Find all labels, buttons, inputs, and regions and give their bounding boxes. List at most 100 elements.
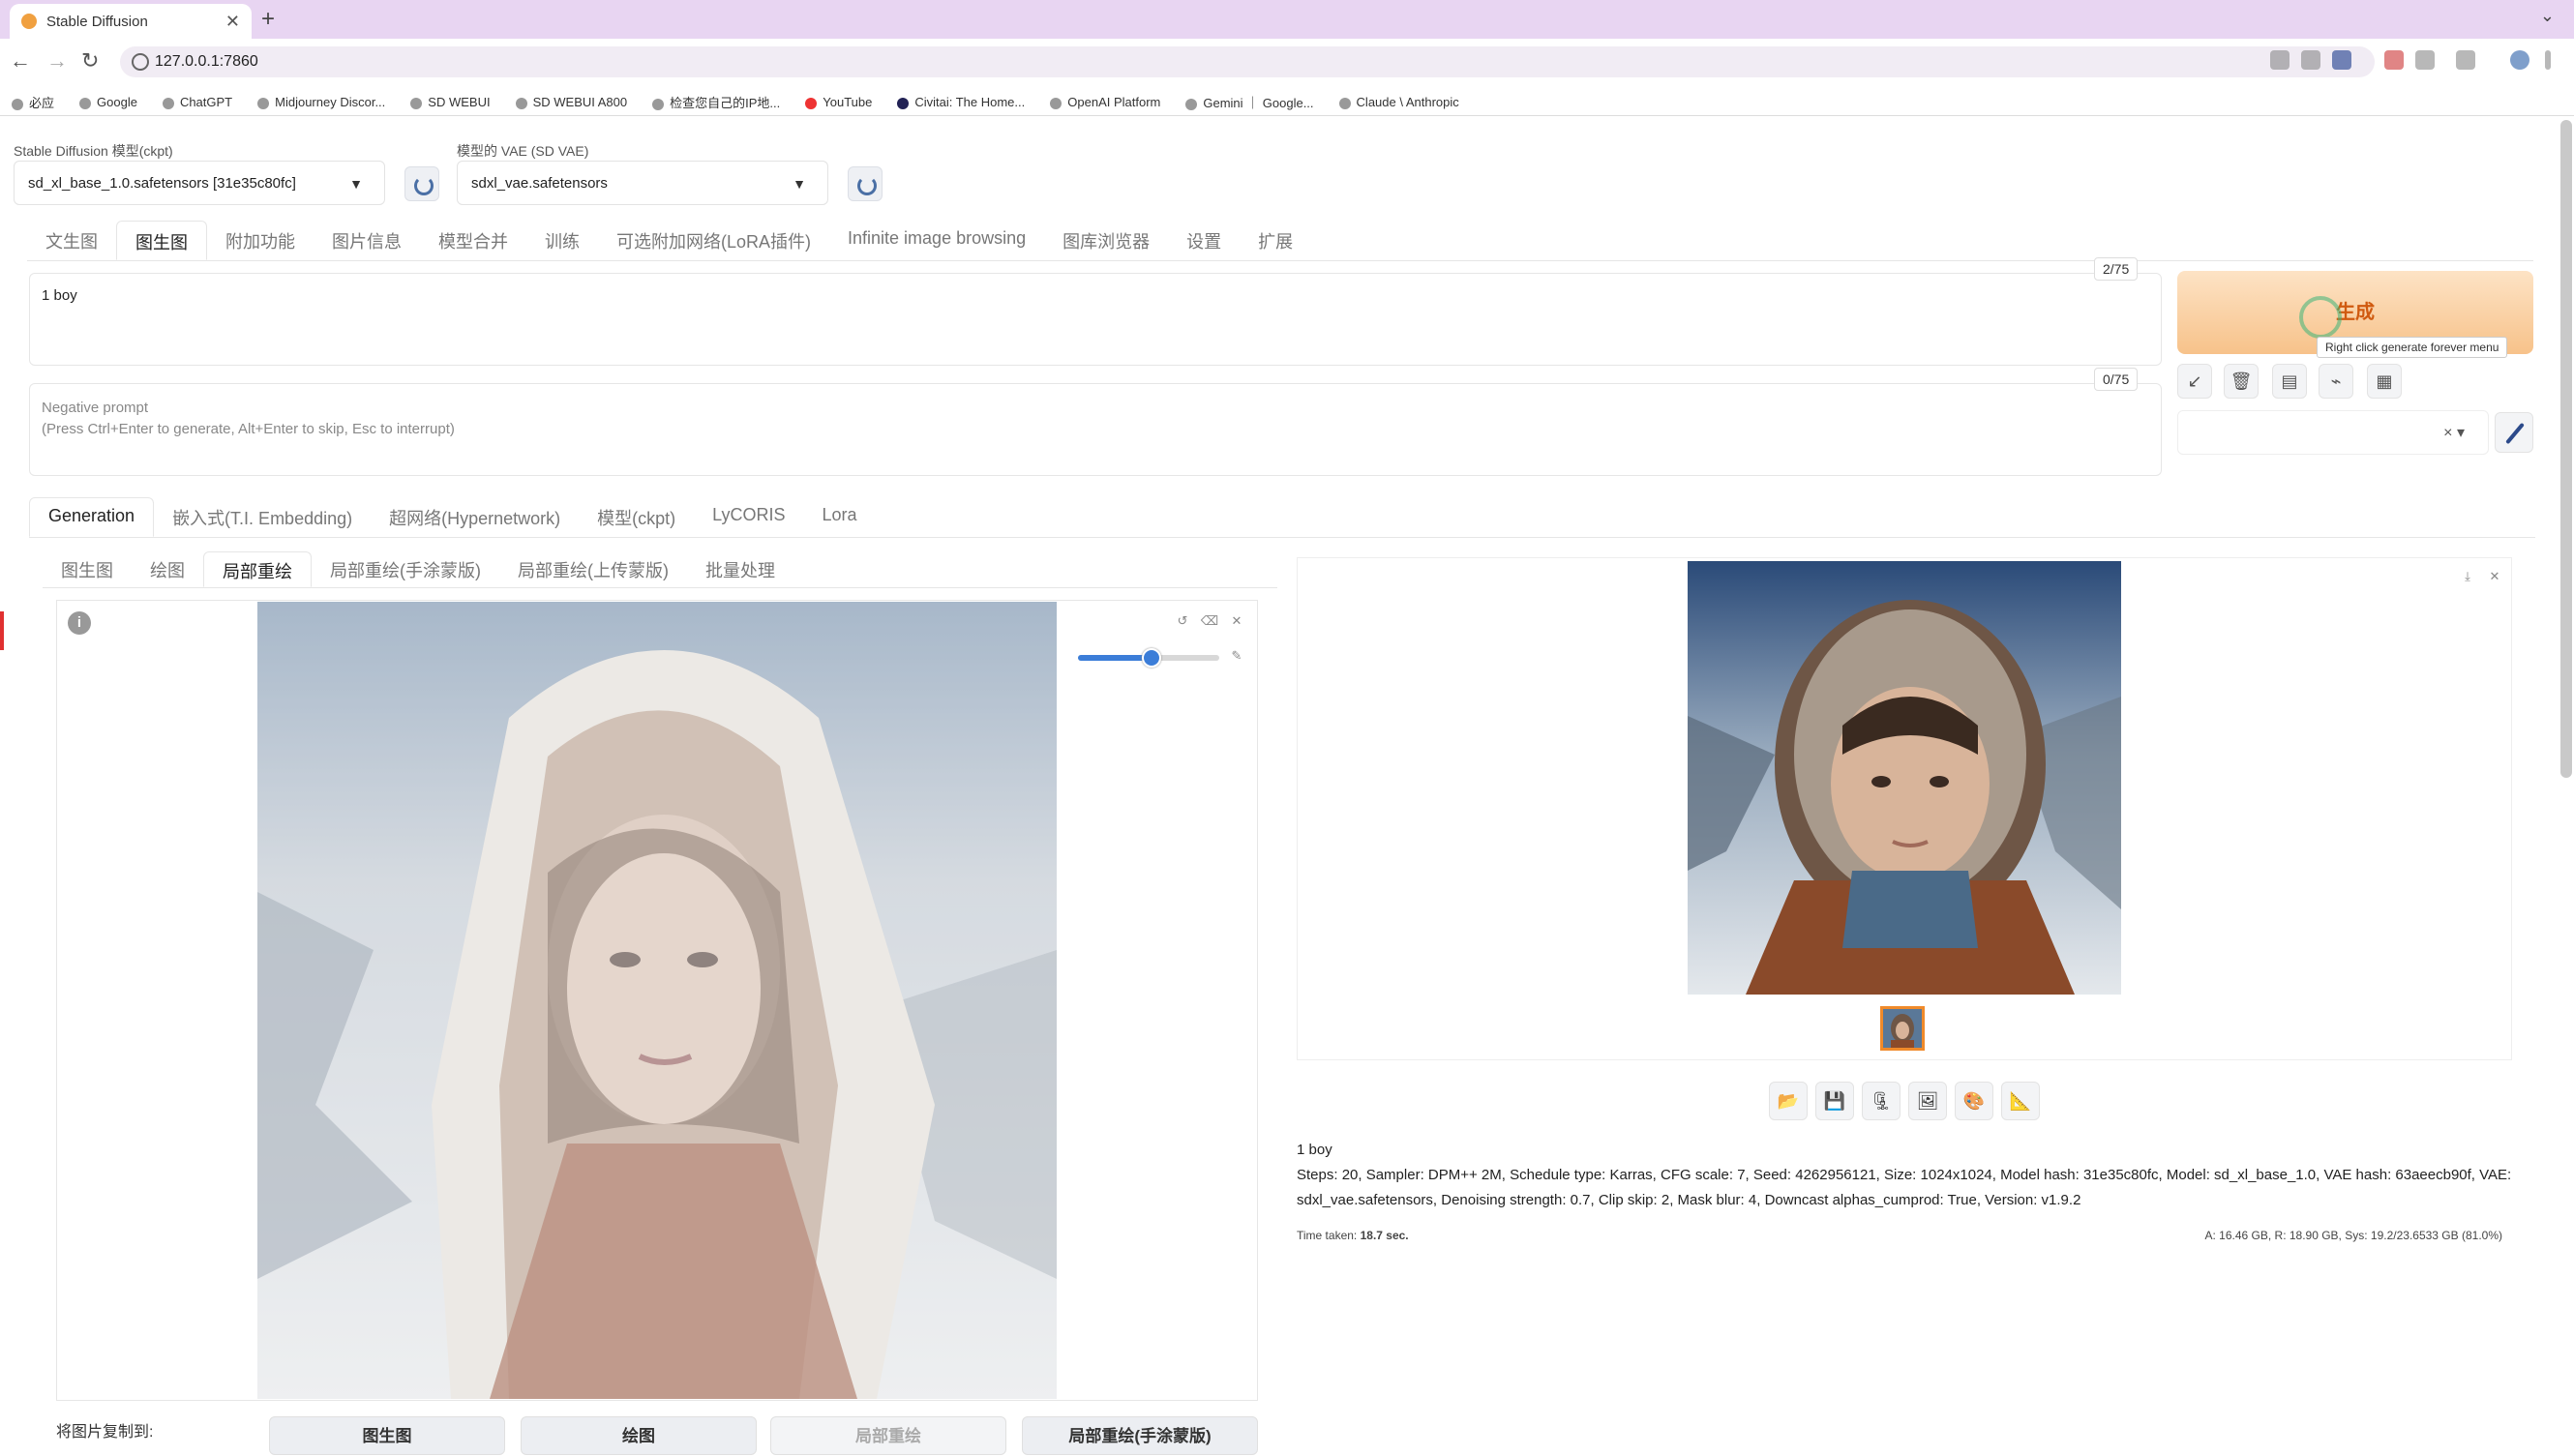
close-tab-icon[interactable]: ✕ <box>225 12 240 32</box>
bookmark-item[interactable]: SD WEBUI <box>410 95 491 109</box>
output-image[interactable] <box>1688 561 2121 995</box>
ckpt-select[interactable]: sd_xl_base_1.0.safetensors [31e35c80fc] … <box>14 161 385 205</box>
tab-train[interactable]: 训练 <box>526 221 598 260</box>
negative-placeholder: Negative prompt <box>42 400 149 416</box>
tab-additional-networks[interactable]: 可选附加网络(LoRA插件) <box>598 221 829 260</box>
history-icon[interactable] <box>2415 50 2435 70</box>
menu-kebab-icon[interactable] <box>2545 50 2551 70</box>
favicon-icon <box>21 14 37 29</box>
forward-icon[interactable]: → <box>46 48 68 74</box>
tab-inpaint-sketch[interactable]: 局部重绘(手涂蒙版) <box>312 551 499 587</box>
tab-search-icon[interactable]: ⌄ <box>2540 6 2555 26</box>
output-thumbnail[interactable] <box>1880 1006 1925 1051</box>
tab-gallery-browser[interactable]: 图库浏览器 <box>1044 221 1168 260</box>
browser-tab-bar: Stable Diffusion ✕ + ⌄ <box>0 0 2574 39</box>
extension-record-icon[interactable] <box>2384 50 2404 70</box>
close-icon[interactable]: ✕ <box>1227 611 1246 631</box>
styles-apply-button[interactable]: ▤ <box>2272 364 2307 399</box>
tab-img2img[interactable]: 图生图 <box>116 221 207 260</box>
tab-extensions[interactable]: 扩展 <box>1240 221 1311 260</box>
send-to-extras-icon[interactable]: 📐 <box>2001 1082 2040 1120</box>
refresh-ckpt-button[interactable] <box>404 166 439 201</box>
bookmark-item[interactable]: 必应 <box>12 93 54 111</box>
tab-ckpt[interactable]: 模型(ckpt) <box>579 497 694 537</box>
inpaint-canvas[interactable] <box>257 602 1057 1399</box>
paperclip-icon[interactable]: ⌁ <box>2319 364 2353 399</box>
tab-lycoris[interactable]: LyCORIS <box>694 497 803 537</box>
profile-avatar-icon[interactable] <box>2510 50 2529 70</box>
download-icon[interactable]: ⤓ <box>2458 567 2477 586</box>
tab-settings[interactable]: 设置 <box>1168 221 1240 260</box>
memory-usage: A: 16.46 GB, R: 18.90 GB, Sys: 19.2/23.6… <box>2204 1229 2502 1242</box>
bookmark-item[interactable]: Claude \ Anthropic <box>1338 95 1459 109</box>
tab-txt2img[interactable]: 文生图 <box>27 221 116 260</box>
tab-png-info[interactable]: 图片信息 <box>314 221 420 260</box>
extra-network-tabs: Generation 嵌入式(T.I. Embedding) 超网络(Hyper… <box>29 497 2535 538</box>
negative-prompt-input[interactable]: Negative prompt (Press Ctrl+Enter to gen… <box>29 383 2162 476</box>
tab-lora[interactable]: Lora <box>804 497 876 537</box>
clear-styles-icon[interactable]: × ▾ <box>2443 423 2465 442</box>
bookmark-item[interactable]: Gemini ｜ Google... <box>1185 93 1314 111</box>
bookmark-star-icon[interactable] <box>2332 50 2351 70</box>
side-marker <box>0 611 4 650</box>
copy-to-sketch-button[interactable]: 绘图 <box>521 1416 757 1455</box>
close-icon[interactable]: ✕ <box>2485 567 2504 586</box>
package-icon[interactable]: ▦ <box>2367 364 2402 399</box>
zip-icon[interactable]: 🗜 <box>1862 1082 1901 1120</box>
tab-inpaint-upload[interactable]: 局部重绘(上传蒙版) <box>499 551 687 587</box>
browser-tab[interactable]: Stable Diffusion ✕ <box>10 4 252 39</box>
send-to-img2img-icon[interactable]: 🖼 <box>1908 1082 1947 1120</box>
styles-select[interactable]: × ▾ <box>2177 410 2489 455</box>
save-icon[interactable]: 💾 <box>1815 1082 1854 1120</box>
refresh-vae-button[interactable] <box>848 166 883 201</box>
bookmark-item[interactable]: SD WEBUI A800 <box>515 95 627 109</box>
site-info-icon[interactable] <box>132 53 149 71</box>
bookmark-item[interactable]: OpenAI Platform <box>1050 95 1160 109</box>
new-tab-button[interactable]: + <box>261 6 275 33</box>
youtube-icon <box>805 97 818 109</box>
reload-icon[interactable]: ↻ <box>81 48 99 74</box>
tab-merge[interactable]: 模型合并 <box>420 221 526 260</box>
tab-inpaint[interactable]: 局部重绘 <box>203 551 312 587</box>
img2img-mode-tabs: 图生图 绘图 局部重绘 局部重绘(手涂蒙版) 局部重绘(上传蒙版) 批量处理 <box>43 551 1277 588</box>
bookmark-item[interactable]: YouTube <box>805 95 872 109</box>
tab-extras[interactable]: 附加功能 <box>207 221 314 260</box>
translate-icon[interactable] <box>2270 50 2290 70</box>
undo-icon[interactable]: ↺ <box>1173 611 1192 631</box>
tab-infinite-browsing[interactable]: Infinite image browsing <box>829 221 1044 260</box>
read-params-button[interactable]: ↙ <box>2177 364 2212 399</box>
chevron-down-icon: ▼ <box>349 176 363 192</box>
openai-icon <box>1050 97 1063 109</box>
tab-sketch[interactable]: 绘图 <box>132 551 203 587</box>
trash-icon[interactable]: 🗑 <box>2224 364 2259 399</box>
copy-to-inpaint-sketch-button[interactable]: 局部重绘(手涂蒙版) <box>1022 1416 1258 1455</box>
tab-batch[interactable]: 批量处理 <box>687 551 793 587</box>
bookmark-item[interactable]: ChatGPT <box>162 95 232 109</box>
copy-to-img2img-button[interactable]: 图生图 <box>269 1416 505 1455</box>
send-to-inpaint-icon[interactable]: 🎨 <box>1955 1082 1993 1120</box>
bookmark-item[interactable]: 检查您自己的IP地... <box>652 93 780 111</box>
copy-to-label: 将图片复制到: <box>56 1424 154 1441</box>
extensions-puzzle-icon[interactable] <box>2456 50 2475 70</box>
tab-img2img-mode[interactable]: 图生图 <box>43 551 132 587</box>
bookmark-icon <box>162 97 174 109</box>
back-icon[interactable]: ← <box>10 48 31 74</box>
url-input[interactable]: 127.0.0.1:7860 <box>120 46 2375 77</box>
vae-select[interactable]: sdxl_vae.safetensors ▼ <box>457 161 828 205</box>
open-folder-icon[interactable]: 📂 <box>1769 1082 1808 1120</box>
info-icon[interactable]: i <box>68 611 91 635</box>
clear-canvas-icon[interactable]: ⌫ <box>1200 611 1219 631</box>
tab-embedding[interactable]: 嵌入式(T.I. Embedding) <box>154 497 371 537</box>
tab-hypernetwork[interactable]: 超网络(Hypernetwork) <box>371 497 579 537</box>
tab-generation[interactable]: Generation <box>29 497 155 537</box>
prompt-input[interactable]: 1 boy <box>29 273 2162 366</box>
bookmark-item[interactable]: Midjourney Discor... <box>257 95 385 109</box>
copy-to-inpaint-button[interactable]: 局部重绘 <box>770 1416 1006 1455</box>
brush-size-slider-handle[interactable] <box>1141 648 1161 668</box>
zoom-icon[interactable] <box>2301 50 2320 70</box>
edit-styles-button[interactable] <box>2495 412 2533 453</box>
bookmark-item[interactable]: Google <box>79 95 137 109</box>
bookmark-item[interactable]: Civitai: The Home... <box>897 95 1025 109</box>
brush-icon[interactable]: ✎ <box>1227 646 1246 666</box>
page-scrollbar[interactable] <box>2560 120 2572 778</box>
